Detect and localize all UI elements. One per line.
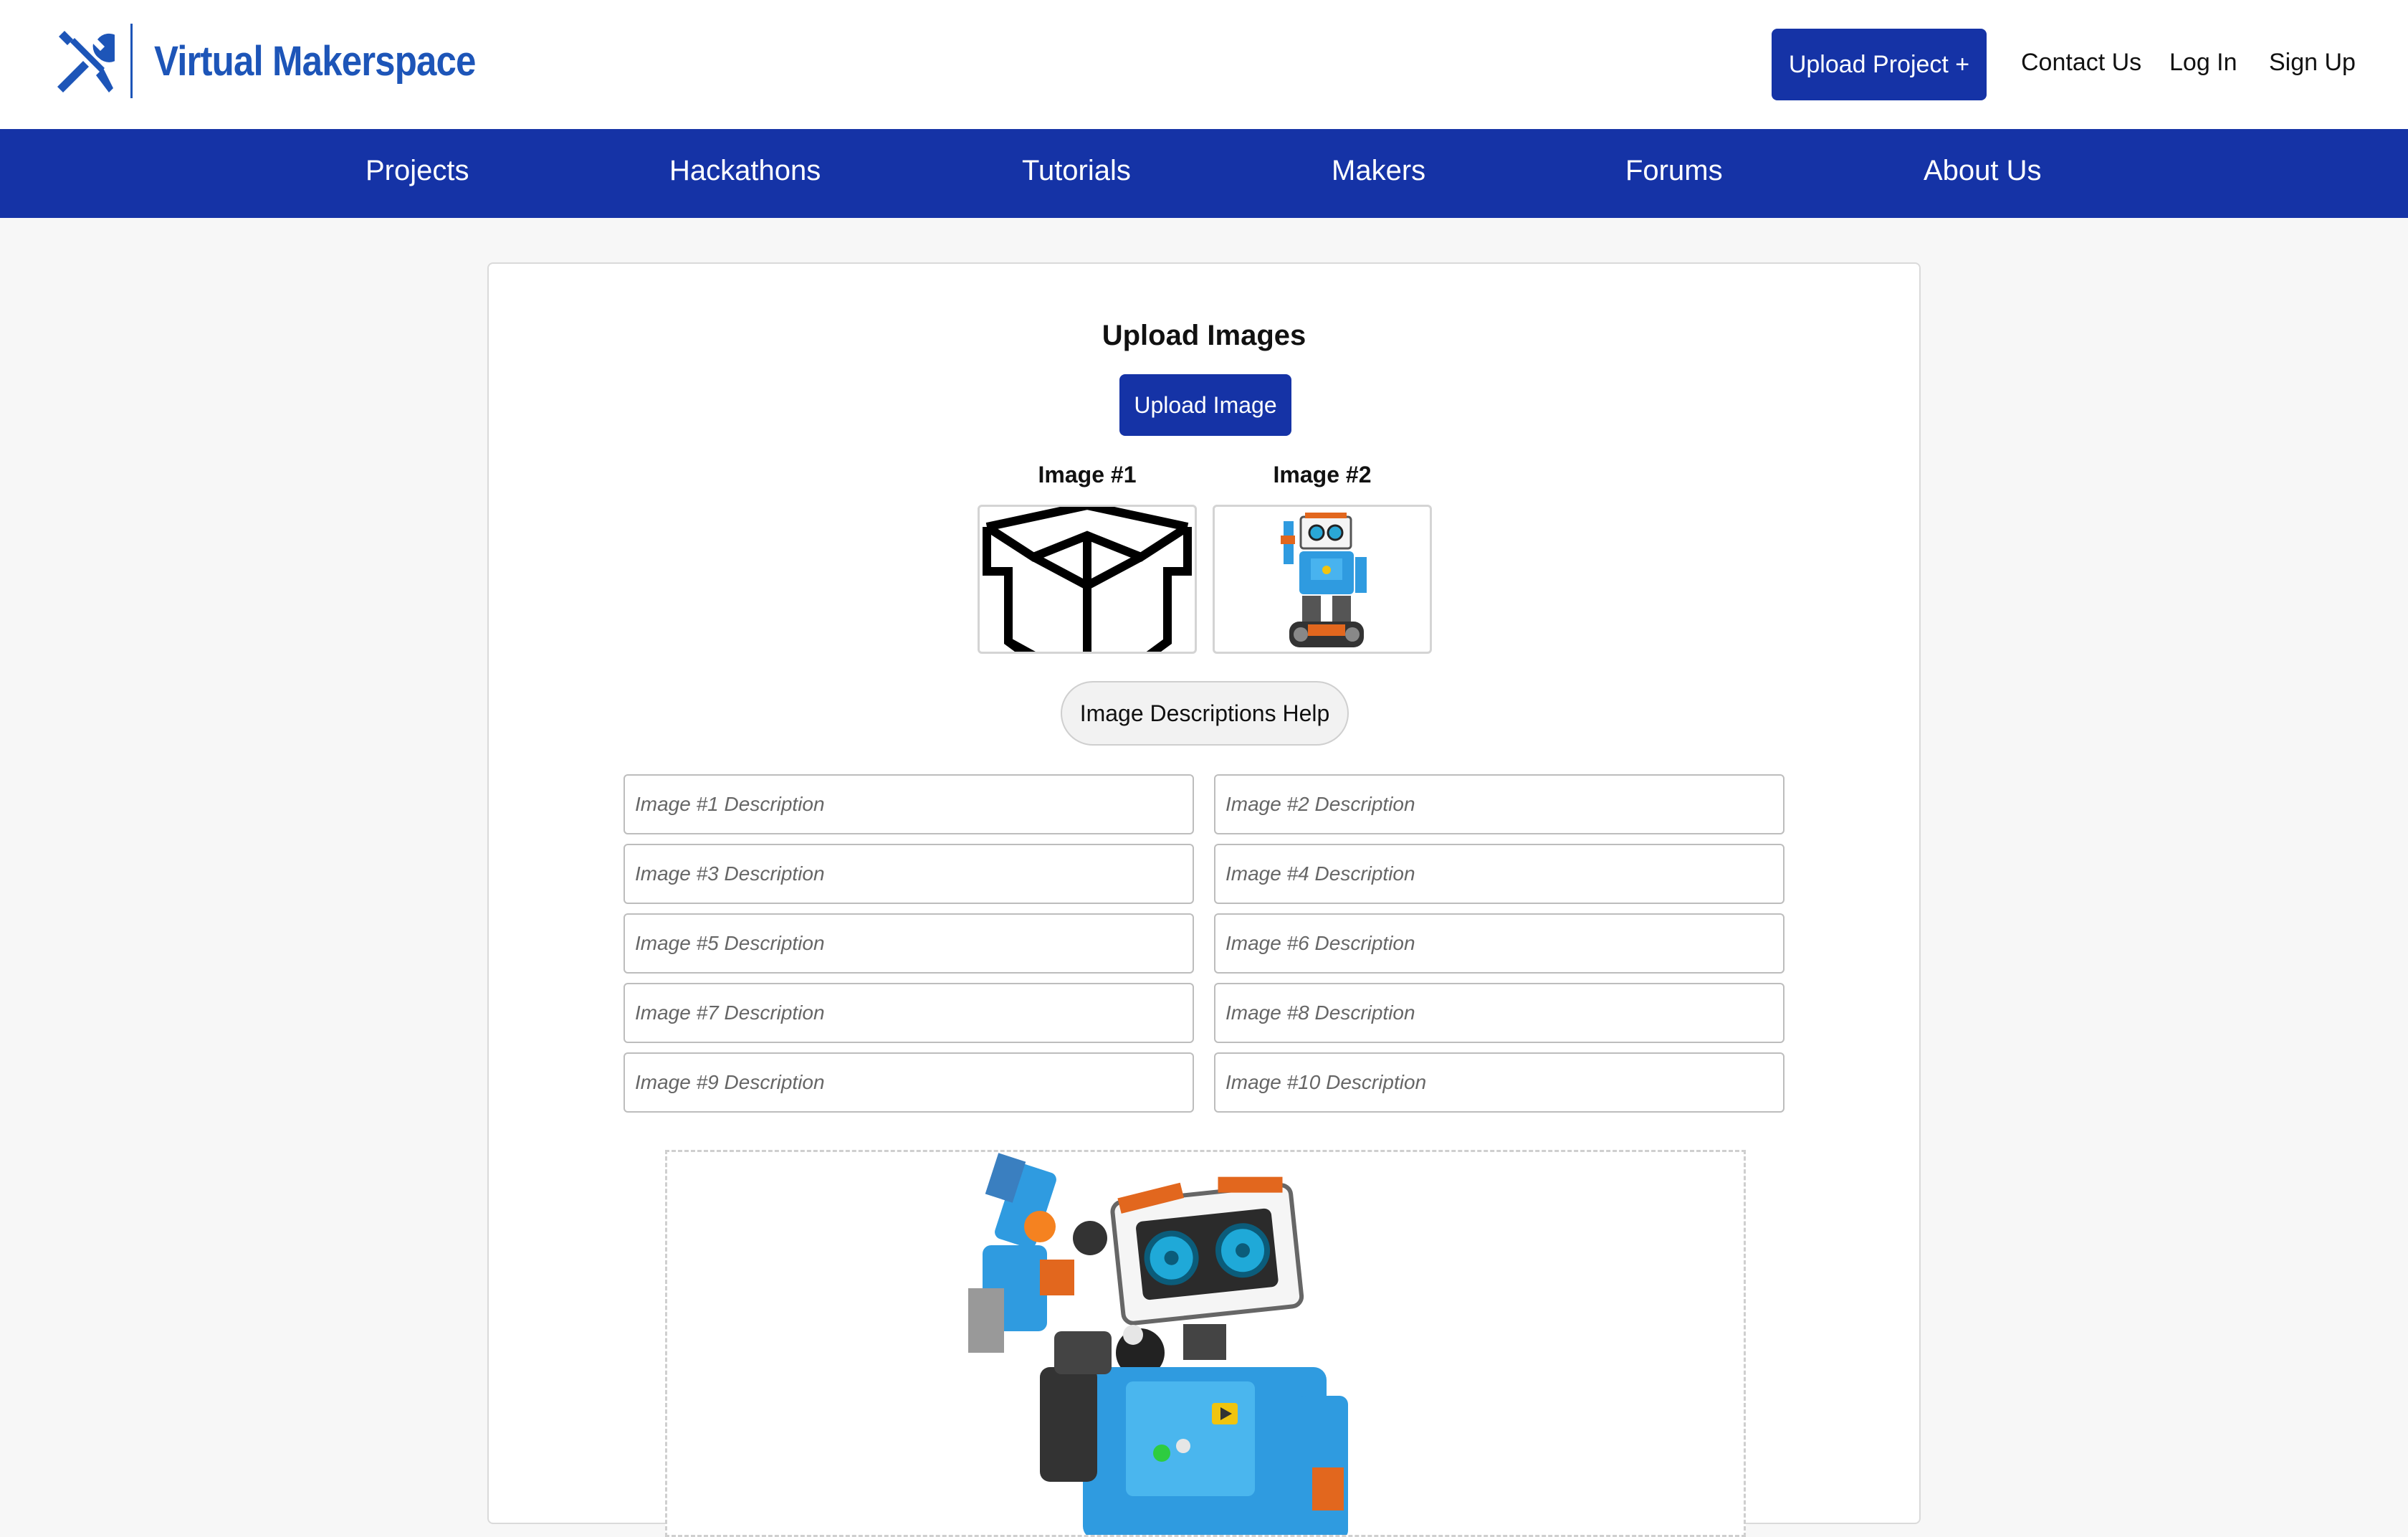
image-1-label: Image #1 bbox=[1038, 462, 1137, 487]
image-9-description-input[interactable] bbox=[624, 1052, 1194, 1113]
open-box-icon bbox=[983, 507, 1192, 652]
image-2-thumbnail[interactable] bbox=[1213, 505, 1432, 654]
upload-image-button[interactable]: Upload Image bbox=[1119, 374, 1291, 436]
nav-about-us[interactable]: About Us bbox=[1924, 155, 2042, 187]
image-1-description-input[interactable] bbox=[624, 774, 1194, 834]
image-4-description-input[interactable] bbox=[1214, 844, 1784, 904]
main-nav: Projects Hackathons Tutorials Makers For… bbox=[0, 129, 2408, 218]
image-8-description-input[interactable] bbox=[1214, 983, 1784, 1043]
brand-divider bbox=[130, 24, 133, 98]
image-descriptions-help-button[interactable]: Image Descriptions Help bbox=[1061, 681, 1349, 746]
nav-hackathons[interactable]: Hackathons bbox=[669, 155, 821, 187]
contact-us-link[interactable]: Contact Us bbox=[2021, 49, 2141, 77]
upload-images-card: Upload Images Upload Image Image #1 Imag… bbox=[487, 262, 1921, 1537]
nav-projects[interactable]: Projects bbox=[366, 155, 469, 187]
upload-project-button[interactable]: Upload Project + bbox=[1772, 29, 1987, 100]
sign-up-link[interactable]: Sign Up bbox=[2269, 49, 2356, 77]
image-5-description-input[interactable] bbox=[624, 913, 1194, 974]
wrench-screwdriver-icon bbox=[57, 31, 115, 92]
image-2-label: Image #2 bbox=[1273, 462, 1372, 487]
image-7-description-input[interactable] bbox=[624, 983, 1194, 1043]
nav-tutorials[interactable]: Tutorials bbox=[1022, 155, 1131, 187]
log-in-link[interactable]: Log In bbox=[2169, 49, 2237, 77]
image-preview-dropzone[interactable] bbox=[665, 1150, 1746, 1537]
image-6-description-input[interactable] bbox=[1214, 913, 1784, 974]
image-2-description-input[interactable] bbox=[1214, 774, 1784, 834]
image-1-thumbnail[interactable] bbox=[978, 505, 1197, 654]
image-10-description-input[interactable] bbox=[1214, 1052, 1784, 1113]
upload-images-title: Upload Images bbox=[1102, 320, 1306, 351]
brand-logo[interactable]: Virtual Makerspace bbox=[52, 22, 520, 100]
nav-makers[interactable]: Makers bbox=[1332, 155, 1425, 187]
robot-photo bbox=[1281, 513, 1367, 647]
robot-photo bbox=[968, 1153, 1348, 1535]
top-header: Virtual Makerspace Upload Project + Cont… bbox=[0, 0, 2408, 129]
nav-forums[interactable]: Forums bbox=[1625, 155, 1723, 187]
image-3-description-input[interactable] bbox=[624, 844, 1194, 904]
brand-name: Virtual Makerspace bbox=[154, 37, 476, 85]
